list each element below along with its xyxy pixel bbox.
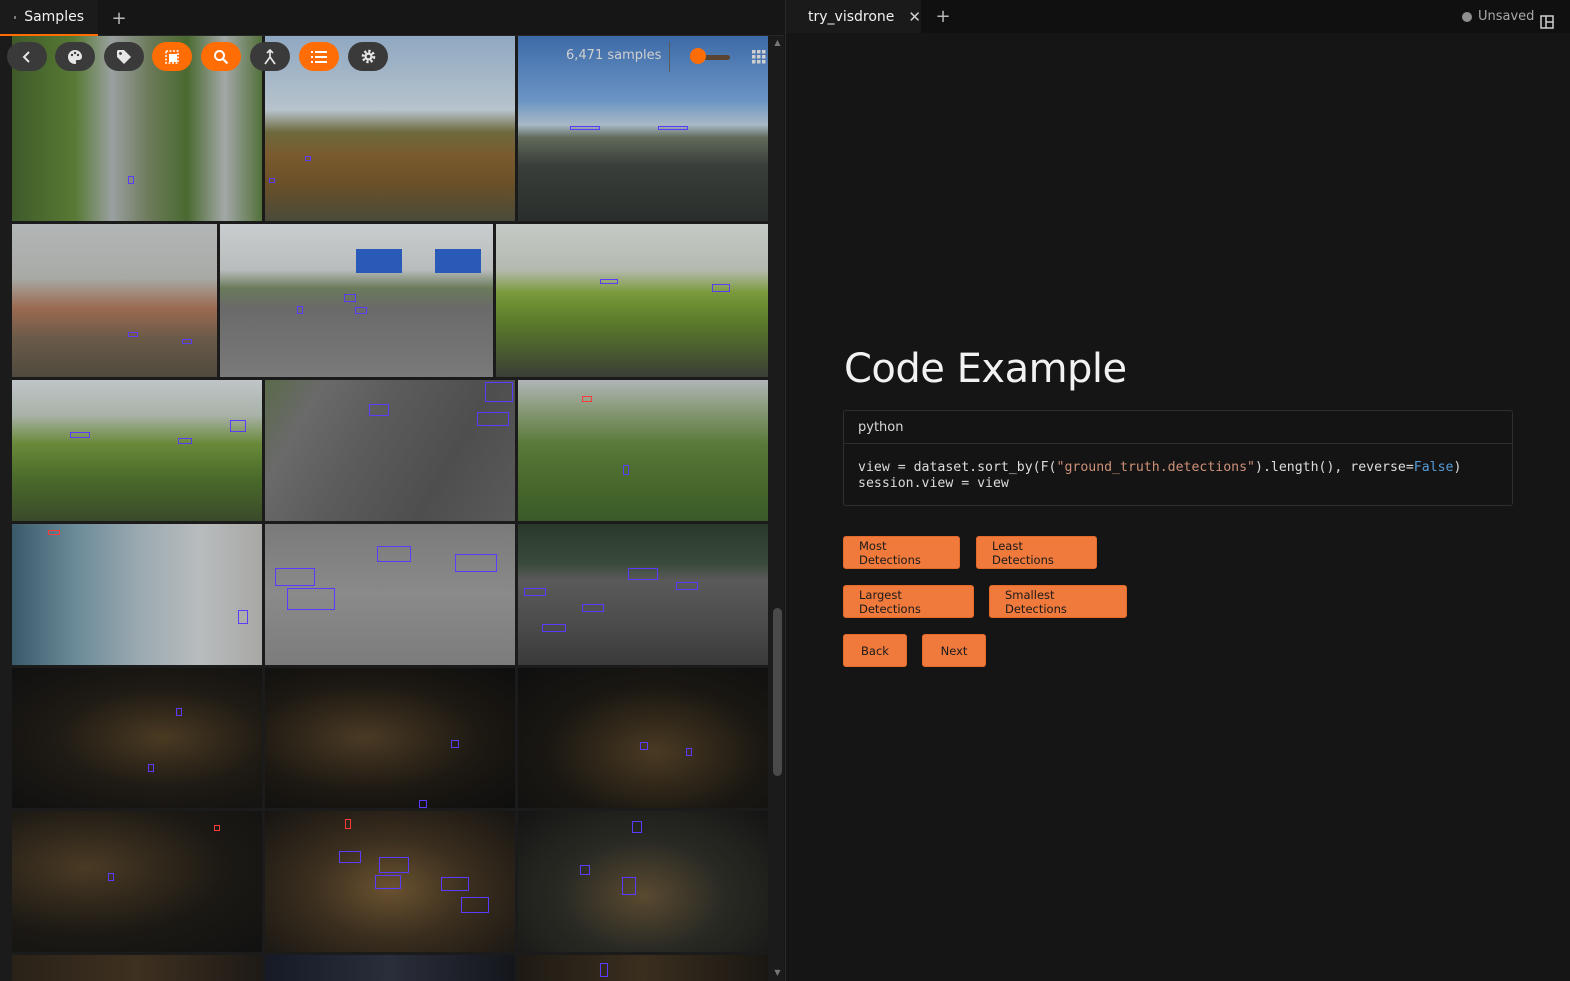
add-panel-button[interactable]: + — [104, 0, 134, 36]
grid-row — [12, 668, 768, 808]
layout-toggle-button[interactable] — [1540, 14, 1554, 33]
code-body: view = dataset.sort_by(F("ground_truth.d… — [858, 460, 1461, 492]
toolbar-divider — [669, 42, 670, 72]
sample-thumbnail[interactable] — [518, 811, 768, 952]
select-patches-icon — [165, 49, 179, 64]
sample-thumbnail[interactable] — [265, 524, 515, 665]
sample-thumbnail[interactable] — [12, 380, 262, 521]
code-text: ).length(), reverse= — [1255, 460, 1414, 475]
operator-panel: try_visdrone ✕ + Unsaved Code Example py… — [785, 0, 1570, 981]
search-button[interactable] — [201, 42, 241, 71]
sample-thumbnail[interactable] — [265, 668, 515, 808]
close-icon[interactable]: ✕ — [908, 8, 921, 26]
sample-thumbnail[interactable] — [265, 955, 515, 981]
back-button[interactable] — [7, 42, 47, 71]
grid-row — [12, 811, 768, 952]
sample-thumbnail[interactable] — [518, 524, 768, 665]
least-detections-button[interactable]: Least Detections — [976, 536, 1097, 569]
page-title: Code Example — [844, 346, 1127, 392]
grid-row — [12, 524, 768, 665]
sample-thumbnail[interactable] — [12, 668, 262, 808]
grid-layout-button[interactable] — [752, 49, 766, 68]
most-detections-button[interactable]: Most Detections — [843, 536, 960, 569]
palette-icon — [68, 49, 82, 64]
tab-try-visdrone[interactable]: try_visdrone ✕ — [786, 0, 921, 33]
scroll-down-icon[interactable]: ▼ — [773, 968, 782, 977]
chevron-left-icon — [22, 50, 30, 63]
tab-try-visdrone-label: try_visdrone — [808, 8, 895, 25]
zoom-slider-handle[interactable] — [690, 48, 706, 64]
save-status: Unsaved — [1462, 0, 1534, 33]
back-step-button[interactable]: Back — [843, 634, 907, 667]
grid-scrollbar[interactable]: ▲ ▼ — [771, 36, 784, 981]
code-text: ) — [1453, 460, 1462, 475]
tab-samples-label: Samples — [24, 9, 84, 25]
road-sign — [356, 249, 402, 273]
sample-thumbnail[interactable] — [518, 380, 768, 521]
scroll-up-icon[interactable]: ▲ — [773, 38, 782, 47]
grid-icon — [752, 50, 766, 64]
smallest-detections-button[interactable]: Smallest Detections — [989, 585, 1127, 618]
split-layout-icon — [1540, 15, 1554, 29]
code-line-1: view = dataset.sort_by(F("ground_truth.d… — [858, 460, 1461, 475]
patches-button[interactable] — [152, 42, 192, 71]
color-settings-button[interactable] — [55, 42, 95, 71]
next-step-button[interactable]: Next — [922, 634, 986, 667]
sample-thumbnail[interactable] — [265, 380, 515, 521]
sample-thumbnail[interactable] — [12, 224, 217, 377]
sample-thumbnail[interactable] — [496, 224, 768, 377]
samples-panel: Samples + 6,471 samples ▲ ▼ — [0, 0, 784, 981]
scrollbar-thumb[interactable] — [773, 608, 782, 776]
sample-grid[interactable]: 6,471 samples — [0, 36, 770, 981]
panel-tab-bar: try_visdrone ✕ + Unsaved — [786, 0, 1570, 33]
plus-icon: + — [111, 7, 127, 29]
gear-icon — [361, 49, 375, 64]
settings-button[interactable] — [348, 42, 388, 71]
code-keyword: False — [1413, 460, 1454, 475]
save-status-label: Unsaved — [1478, 9, 1535, 24]
grid-row — [12, 224, 768, 377]
status-dot-icon — [1462, 11, 1472, 22]
sample-thumbnail[interactable] — [265, 811, 515, 952]
samples-tab-bar: Samples + — [0, 0, 784, 36]
sample-thumbnail[interactable] — [518, 955, 768, 981]
sample-count: 6,471 samples — [566, 48, 662, 63]
code-text: view = dataset.sort_by(F( — [858, 460, 1057, 475]
tag-button[interactable] — [104, 42, 144, 71]
sample-thumbnail[interactable] — [518, 36, 768, 221]
largest-detections-button[interactable]: Largest Detections — [843, 585, 974, 618]
code-example-block: python view = dataset.sort_by(F("ground_… — [843, 410, 1513, 506]
sample-thumbnail[interactable] — [12, 811, 262, 952]
code-language-label: python — [844, 411, 1512, 444]
sample-thumbnail[interactable] — [12, 955, 262, 981]
sample-thumbnail[interactable] — [220, 224, 493, 377]
sample-thumbnail[interactable] — [518, 668, 768, 808]
tab-samples[interactable]: Samples — [0, 0, 98, 36]
tag-icon — [117, 49, 131, 64]
list-view-button[interactable] — [299, 42, 339, 71]
grid-row — [12, 955, 768, 981]
add-panel-button[interactable]: + — [928, 0, 958, 33]
road-sign — [435, 249, 481, 273]
list-icon — [311, 50, 327, 63]
merge-button[interactable] — [250, 42, 290, 71]
grid-apps-icon — [14, 15, 17, 19]
grid-row — [12, 380, 768, 521]
code-string: "ground_truth.detections" — [1056, 460, 1256, 475]
code-line-2: session.view = view — [858, 476, 1009, 491]
search-icon — [214, 49, 229, 64]
sample-thumbnail[interactable] — [12, 524, 262, 665]
merge-icon — [264, 48, 276, 64]
plus-icon: + — [935, 6, 951, 27]
